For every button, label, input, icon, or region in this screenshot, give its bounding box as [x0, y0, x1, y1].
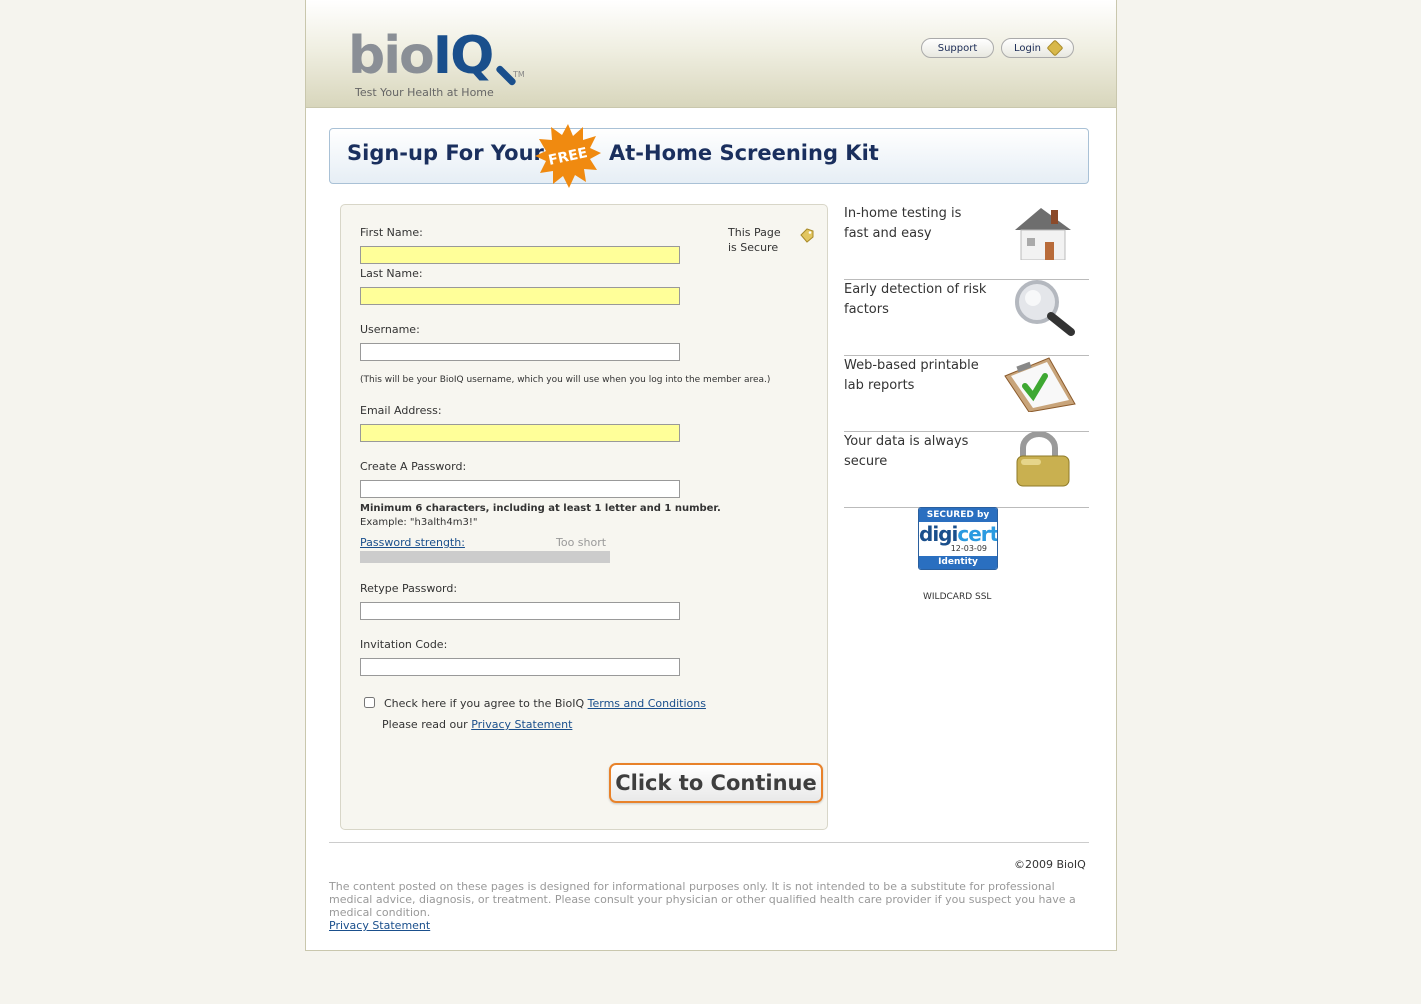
- agree-terms-checkbox[interactable]: [364, 697, 375, 708]
- privacy-link[interactable]: Privacy Statement: [471, 718, 572, 731]
- seal-brand: digicert: [919, 522, 998, 546]
- password-example: Example: "h3alth4m3!": [360, 517, 478, 528]
- password-label: Create A Password:: [360, 460, 467, 473]
- digicert-seal[interactable]: SECURED by digicert 12-03-09 Identity As…: [918, 507, 998, 570]
- free-starburst-icon: FREE: [535, 124, 601, 188]
- password-strength-link[interactable]: Password strength:: [360, 536, 465, 549]
- feature-text: Web-based printable lab reports: [844, 358, 979, 393]
- page-container: bioIQ TM Test Your Health at Home Suppor…: [305, 0, 1117, 951]
- invitation-code-label: Invitation Code:: [360, 638, 448, 651]
- logo-wordmark: bioIQ: [348, 26, 494, 86]
- feature-item: Your data is always secure: [844, 432, 1089, 508]
- terms-link[interactable]: Terms and Conditions: [588, 697, 706, 710]
- banner-text-left: Sign-up For Your: [347, 141, 544, 165]
- header: bioIQ TM Test Your Health at Home Suppor…: [306, 0, 1116, 108]
- seal-caption: WILDCARD SSL: [923, 592, 992, 602]
- seal-top-text: SECURED by: [919, 508, 997, 522]
- support-label: Support: [937, 42, 978, 54]
- password-strength-status: Too short: [556, 536, 607, 549]
- feature-item: In-home testing is fast and easy: [844, 204, 1089, 280]
- signup-banner: Sign-up For Your FREE At-Home Screening …: [329, 124, 1089, 188]
- footer-privacy-link[interactable]: Privacy Statement: [329, 919, 430, 932]
- first-name-label: First Name:: [360, 226, 423, 239]
- retype-password-label: Retype Password:: [360, 582, 458, 595]
- login-button[interactable]: Login: [1001, 38, 1074, 58]
- username-note: (This will be your BioIQ username, which…: [360, 375, 771, 385]
- secure-page-note: This Page is Secure: [728, 226, 781, 254]
- password-rule: Minimum 6 characters, including at least…: [360, 503, 721, 514]
- first-name-input[interactable]: [360, 246, 680, 264]
- signup-form: First Name: This Page is Secure Last Name…: [340, 204, 828, 830]
- house-icon: [1015, 208, 1071, 260]
- banner-text-right: At-Home Screening Kit: [609, 141, 879, 165]
- login-label: Login: [1014, 42, 1041, 54]
- last-name-input[interactable]: [360, 287, 680, 305]
- privacy-notice: Please read our Privacy Statement: [382, 718, 573, 731]
- tag-icon: [1046, 39, 1064, 57]
- feature-item: Early detection of risk factors: [844, 280, 1089, 356]
- copyright: ©2009 BioIQ: [1014, 858, 1086, 871]
- feature-text: Your data is always secure: [844, 434, 969, 469]
- email-input[interactable]: [360, 424, 680, 442]
- password-input[interactable]: [360, 480, 680, 498]
- bioiq-logo[interactable]: bioIQ TM Test Your Health at Home: [348, 26, 528, 104]
- padlock-icon: [1016, 432, 1070, 487]
- username-label: Username:: [360, 323, 420, 336]
- feature-text: Early detection of risk factors: [844, 282, 987, 317]
- support-button[interactable]: Support: [921, 38, 994, 58]
- password-hint: Minimum 6 characters, including at least…: [360, 502, 721, 530]
- last-name-label: Last Name:: [360, 267, 423, 280]
- feature-item: Web-based printable lab reports: [844, 356, 1089, 432]
- secure-tag-icon: [800, 228, 814, 243]
- email-label: Email Address:: [360, 404, 442, 417]
- feature-text: In-home testing is fast and easy: [844, 206, 962, 241]
- username-input[interactable]: [360, 343, 680, 361]
- footer-divider: [329, 842, 1089, 843]
- magnifier-icon: [1015, 280, 1075, 336]
- logo-tagline: Test Your Health at Home: [355, 86, 494, 99]
- logo-trademark: TM: [513, 70, 525, 79]
- continue-button[interactable]: Click to Continue: [609, 763, 823, 803]
- retype-password-input[interactable]: [360, 602, 680, 620]
- invitation-code-input[interactable]: [360, 658, 680, 676]
- password-strength-bar: [360, 551, 610, 563]
- seal-bottom-text: Identity Assured: [919, 556, 997, 569]
- disclaimer: The content posted on these pages is des…: [329, 880, 1076, 919]
- clipboard-check-icon: [1004, 357, 1076, 412]
- agree-terms-text: Check here if you agree to the BioIQ Ter…: [384, 697, 706, 710]
